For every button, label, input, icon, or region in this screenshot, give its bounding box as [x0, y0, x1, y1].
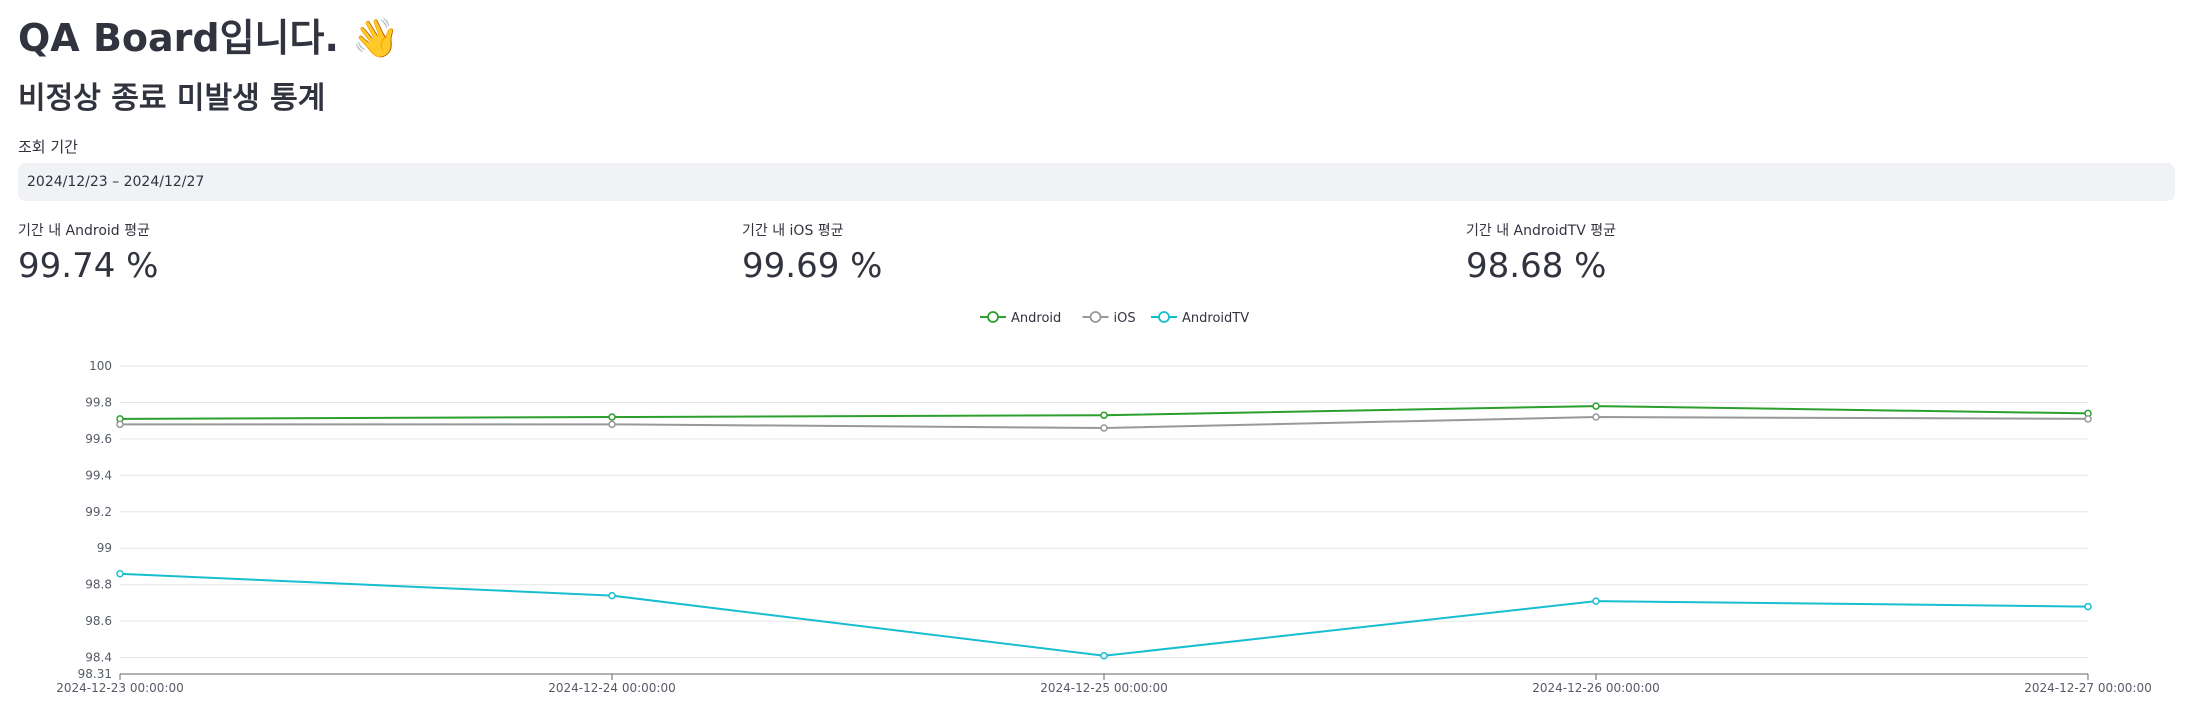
y-tick-label: 98.4 [85, 651, 112, 665]
y-tick-label: 99 [97, 541, 112, 555]
data-point-androidtv [2084, 602, 2092, 611]
y-tick-label: 98.8 [85, 578, 112, 592]
date-range-label: 조회 기간 [18, 138, 78, 156]
data-point-android [1592, 402, 1600, 410]
x-tick-label: 2024-12-24 00:00:00 [548, 681, 675, 695]
series-line-androidtv [119, 572, 2089, 657]
y-tick-label: 99.2 [85, 505, 112, 519]
data-point-androidtv [1592, 597, 1600, 605]
metric-label: 기간 내 iOS 평균 [742, 223, 844, 239]
legend-marker-ios[interactable] [1089, 311, 1102, 323]
legend-label-android[interactable]: Android [1011, 311, 1061, 326]
data-point-ios [2084, 415, 2092, 423]
x-tick-label: 2024-12-26 00:00:00 [1532, 681, 1659, 695]
data-point-android [1100, 411, 1108, 419]
x-tick-label: 2024-12-25 00:00:00 [1040, 681, 1167, 695]
y-tick-label: 99.8 [85, 395, 112, 409]
line-chart: 98.31 98.4 98.6 98.8 99 99.2 99.4 99.6 99.8 100 20… [56, 311, 2151, 695]
y-tick-label: 98.31 [78, 667, 112, 681]
data-point-android [608, 413, 616, 421]
y-tick-label: 99.6 [85, 432, 112, 446]
metric-label: 기간 내 Android 평균 [18, 223, 150, 239]
data-point-ios [608, 420, 616, 429]
y-tick-label: 100 [89, 359, 112, 373]
legend-marker-androidtv[interactable] [1158, 311, 1170, 323]
data-point-ios [116, 420, 124, 429]
metric-value: 99.69 % [742, 246, 883, 286]
data-point-ios [1592, 413, 1600, 421]
x-tick-label: 2024-12-23 00:00:00 [56, 681, 183, 695]
x-tick-label: 2024-12-27 00:00:00 [2024, 681, 2151, 695]
metric-value: 99.74 % [18, 246, 159, 286]
data-point-androidtv [1100, 652, 1108, 660]
data-point-ios [1100, 424, 1108, 432]
y-tick-label: 98.6 [85, 614, 112, 628]
data-point-androidtv [116, 570, 124, 578]
metric-label: 기간 내 AndroidTV 평균 [1466, 223, 1617, 239]
metric-androidtv: 기간 내 AndroidTV 평균 98.68 % [1466, 220, 1616, 288]
page-subtitle: 비정상 종료 미발생 통계 [18, 81, 326, 116]
metric-value: 98.68 % [1466, 246, 1607, 286]
data-point-androidtv [608, 591, 616, 600]
date-range-value: 2024/12/23 – 2024/12/27 [27, 174, 205, 190]
legend-marker-android[interactable] [987, 311, 999, 323]
date-range-input[interactable]: 2024/12/23 – 2024/12/27 [18, 163, 2175, 201]
metric-android: 기간 내 Android 평균 99.74 % [18, 220, 158, 288]
page-title: QA Board입니다. 👋 [18, 16, 400, 60]
legend-label-androidtv[interactable]: AndroidTV [1182, 311, 1249, 326]
legend-label-ios[interactable]: iOS [1114, 311, 1136, 326]
y-tick-label: 99.4 [85, 468, 112, 482]
metric-ios: 기간 내 iOS 평균 99.69 % [742, 220, 882, 288]
